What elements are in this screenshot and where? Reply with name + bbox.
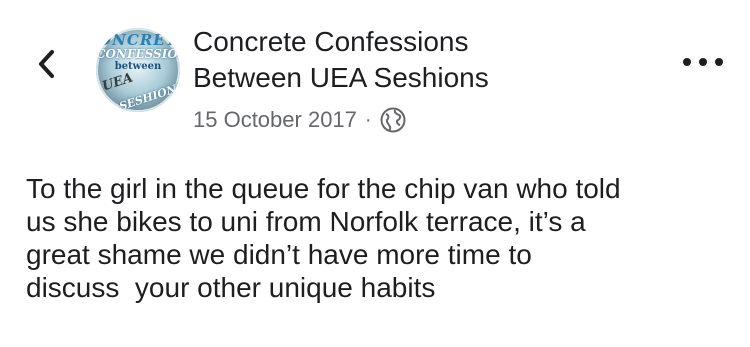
more-options-button[interactable] [683, 50, 723, 74]
avatar-text-line2: CONFESSIONS [96, 47, 180, 61]
page-name-line1: Concrete Confessions [193, 26, 469, 57]
page-avatar[interactable]: ONCRET CONFESSIONS between UEA SESHIONS [96, 28, 180, 112]
globe-icon[interactable] [380, 107, 406, 133]
more-dot [715, 58, 723, 66]
post-body-text: To the girl in the queue for the chip va… [26, 173, 621, 303]
avatar-text-line3: between [114, 61, 162, 72]
post-header: ONCRET CONFESSIONS between UEA SESHIONS … [0, 0, 750, 150]
more-horizontal-icon [683, 58, 691, 66]
post-meta: 15 October 2017 · [193, 104, 406, 136]
back-button[interactable] [28, 42, 64, 86]
page-name-link[interactable]: Concrete Confessions Between UEA Seshion… [193, 24, 663, 96]
meta-separator: · [364, 108, 372, 131]
page-name-line2: Between UEA Seshions [193, 62, 489, 93]
avatar-text-line4: UEA [100, 70, 135, 95]
post-date[interactable]: 15 October 2017 [193, 107, 357, 133]
chevron-left-icon [39, 50, 54, 78]
more-dot [699, 58, 707, 66]
